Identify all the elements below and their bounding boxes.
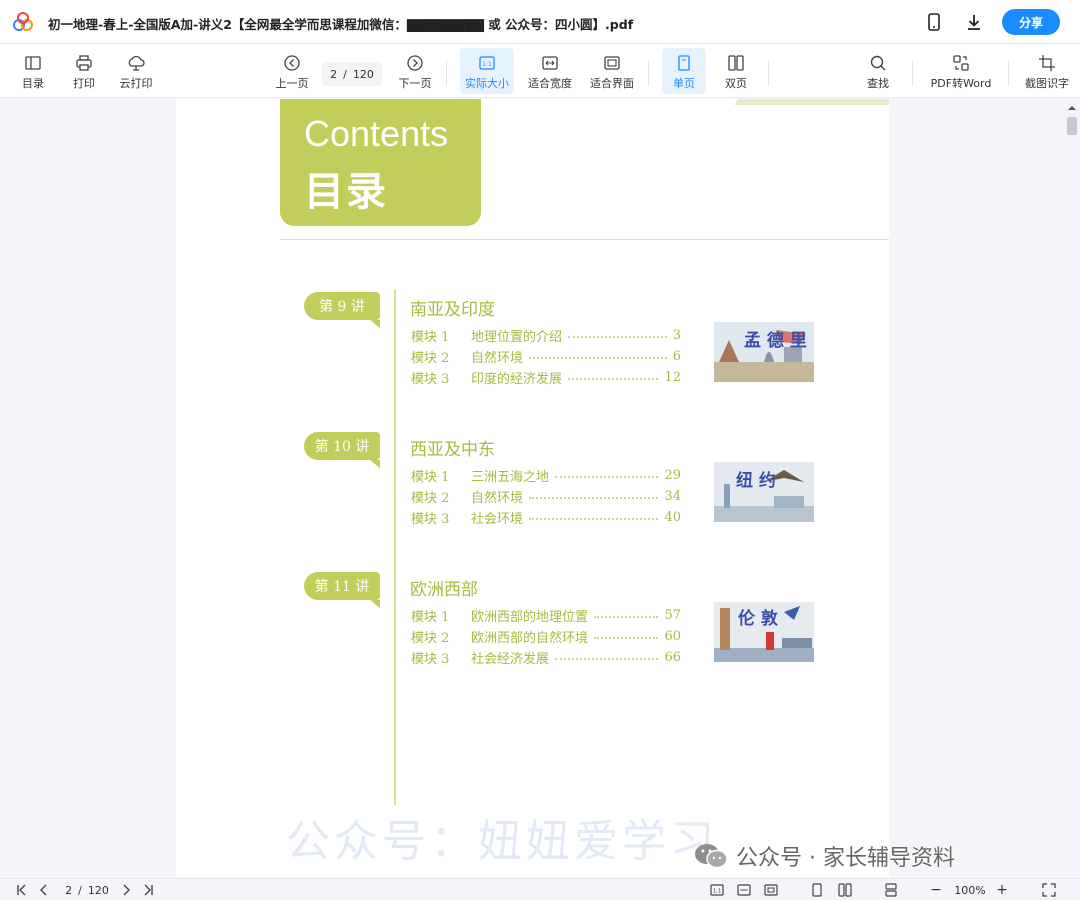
prev-page-icon[interactable] [36, 882, 52, 898]
zoom-out-button[interactable]: − [928, 882, 944, 898]
find-button[interactable]: 查找 [858, 48, 898, 94]
double-page-button[interactable]: 双页 [714, 48, 758, 94]
toolbar-divider [1008, 60, 1009, 86]
fit-page-icon [604, 56, 620, 70]
cloud-printer-icon [128, 55, 145, 71]
timeline-line [394, 289, 396, 805]
lecture-tag: 第 9 讲 [304, 292, 380, 328]
convert-icon [953, 55, 969, 71]
vertical-scrollbar[interactable] [1064, 99, 1080, 877]
single-page-icon [678, 55, 690, 71]
lecture-illustration: 伦 敦 [714, 602, 814, 662]
last-page-icon[interactable] [140, 882, 156, 898]
search-icon [870, 55, 886, 71]
share-button[interactable]: 分享 [1002, 9, 1060, 35]
fit-page-button[interactable]: 适合界面 [586, 48, 638, 94]
toolbar: 目录 打印 云打印 上一页 下一页 1:1 实际大小 适合宽度 适合界面 单页 … [0, 44, 1080, 98]
zoom-in-button[interactable]: + [994, 882, 1010, 898]
lecture-title[interactable]: 欧洲西部 [410, 575, 478, 600]
pdf-to-word-button[interactable]: PDF转Word [928, 48, 994, 94]
status-page-indicator[interactable]: 2 / 120 [60, 882, 114, 898]
module-row[interactable]: 模块 3 印度的经济发展 12 [411, 367, 681, 387]
phone-icon[interactable] [924, 12, 944, 32]
svg-text:1:1: 1:1 [713, 889, 721, 895]
toolbar-divider [446, 60, 447, 86]
lecture-tag: 第 11 讲 [304, 572, 380, 608]
contents-heading-en: Contents [304, 113, 449, 154]
module-row[interactable]: 模块 1 三洲五海之地 29 [411, 465, 681, 485]
app-logo-icon [13, 12, 33, 31]
document-page: Contents 目录 第 9 讲 南亚及印度 模块 1 地理位置的介绍 3 模块 … [176, 99, 889, 879]
toc-button[interactable]: 目录 [14, 48, 52, 94]
divider-line [280, 239, 889, 240]
title-bar: 初一地理-春上-全国版A加-讲义2【全网最全学而思课程加微信：▇▇▇▇▇▇▇▇ … [0, 0, 1080, 44]
module-row[interactable]: 模块 1 地理位置的介绍 3 [411, 325, 681, 345]
scrollbar-thumb[interactable] [1067, 117, 1077, 135]
actual-size-button[interactable]: 1:1 实际大小 [460, 48, 514, 94]
fullscreen-icon[interactable] [1040, 882, 1058, 898]
toolbar-divider [912, 60, 913, 86]
crop-icon [1039, 55, 1055, 71]
next-page-icon[interactable] [118, 882, 134, 898]
print-button[interactable]: 打印 [64, 48, 104, 94]
decorative-stripe [734, 99, 889, 105]
toc-icon [25, 56, 41, 70]
svg-text:1:1: 1:1 [482, 61, 492, 68]
next-page-button[interactable]: 下一页 [394, 48, 436, 94]
ocr-button[interactable]: 截图识字 [1022, 48, 1072, 94]
page-number-box[interactable]: 2 / 120 [322, 62, 382, 86]
continuous-scroll-icon[interactable] [882, 882, 900, 898]
single-page-icon[interactable] [808, 882, 826, 898]
wechat-icon [695, 844, 728, 869]
toolbar-divider [648, 60, 649, 86]
chevron-right-circle-icon [407, 55, 423, 71]
actual-size-icon[interactable]: 1:1 [708, 882, 726, 898]
module-row[interactable]: 模块 1 欧洲西部的地理位置 57 [411, 605, 681, 625]
prev-page-button[interactable]: 上一页 [272, 48, 312, 94]
wechat-watermark: 公众号 · 家长辅导资料 [694, 840, 955, 872]
module-row[interactable]: 模块 3 社会环境 40 [411, 507, 681, 527]
fit-width-button[interactable]: 适合宽度 [524, 48, 576, 94]
module-row[interactable]: 模块 2 自然环境 6 [411, 346, 681, 366]
status-bar: 2 / 120 1:1 − 100% + [0, 878, 1080, 900]
scroll-up-icon[interactable] [1064, 102, 1080, 114]
toolbar-divider [768, 60, 769, 86]
fit-width-icon[interactable] [735, 882, 753, 898]
zoom-level[interactable]: 100% [950, 882, 990, 898]
single-page-button[interactable]: 单页 [662, 48, 706, 94]
first-page-icon[interactable] [14, 882, 30, 898]
lecture-illustration: 孟 德 里 [714, 322, 814, 382]
double-page-icon[interactable] [836, 882, 854, 898]
lecture-tag: 第 10 讲 [304, 432, 380, 468]
lecture-title[interactable]: 西亚及中东 [410, 435, 495, 460]
cloud-print-button[interactable]: 云打印 [114, 48, 158, 94]
module-row[interactable]: 模块 3 社会经济发展 66 [411, 647, 681, 667]
lecture-illustration: 纽 约 [714, 462, 814, 522]
contents-heading-zh: 目录 [304, 169, 388, 215]
chevron-left-circle-icon [284, 55, 300, 71]
download-icon[interactable] [964, 12, 984, 32]
fit-width-icon [542, 56, 558, 70]
double-page-icon [728, 55, 744, 71]
document-title: 初一地理-春上-全国版A加-讲义2【全网最全学而思课程加微信：▇▇▇▇▇▇▇▇ … [48, 17, 634, 32]
actual-size-icon: 1:1 [479, 56, 495, 70]
module-row[interactable]: 模块 2 欧洲西部的自然环境 60 [411, 626, 681, 646]
printer-icon [76, 55, 92, 71]
module-row[interactable]: 模块 2 自然环境 34 [411, 486, 681, 506]
lecture-title[interactable]: 南亚及印度 [410, 295, 495, 320]
watermark: 公众号：妞妞爱学习 [286, 816, 718, 867]
fit-page-icon[interactable] [762, 882, 780, 898]
contents-badge: Contents 目录 [280, 99, 481, 226]
